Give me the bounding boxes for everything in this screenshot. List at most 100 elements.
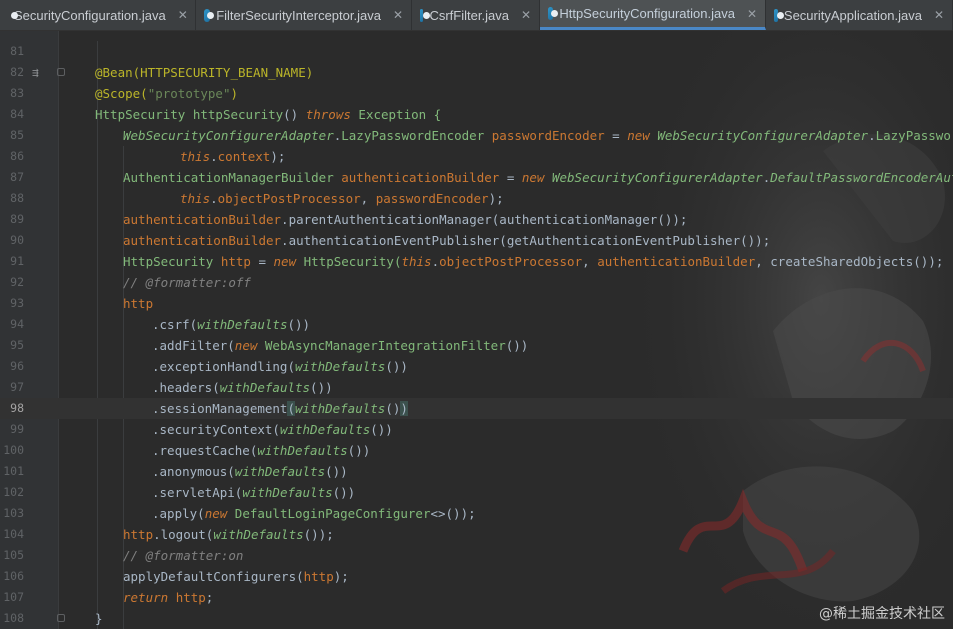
code-token: ; (205, 590, 214, 605)
bean-gutter-icon[interactable]: ⇶ (32, 62, 39, 83)
line-number: 94 (10, 317, 24, 331)
code-comment: // @formatter:off (123, 275, 251, 290)
code-line: 102 .servletApi(withDefaults()) (0, 482, 953, 503)
code-token: WebSecurityConfigurerAdapter (123, 128, 334, 143)
matched-bracket: ( (287, 401, 295, 416)
line-number: 107 (3, 590, 24, 604)
code-token: HttpSecurity (95, 107, 193, 122)
close-icon[interactable]: ✕ (521, 8, 531, 22)
code-line: 107 return http; (0, 587, 953, 608)
code-token: withDefaults (234, 464, 326, 479)
code-token: WebSecurityConfigurerAdapter (657, 128, 869, 143)
code-token: <>()); (430, 506, 476, 521)
java-class-icon (548, 7, 559, 20)
code-line: 97 .headers(withDefaults()) (0, 377, 953, 398)
code-token: . (210, 191, 218, 206)
line-number: 90 (10, 233, 24, 247)
code-line: 85 WebSecurityConfigurerAdapter.LazyPassw… (0, 125, 953, 146)
code-token: withDefaults (279, 422, 371, 437)
line-number: 87 (10, 170, 24, 184)
tab-http-security-configuration[interactable]: HttpSecurityConfiguration.java ✕ (540, 0, 766, 30)
code-token: ()) (287, 317, 311, 332)
code-token: http (123, 296, 154, 311)
code-line: 92 // @formatter:off (0, 272, 953, 293)
code-line: 93 http (0, 293, 953, 314)
code-token: context (217, 149, 271, 164)
code-token: .securityContext( (152, 422, 280, 437)
code-token: authenticationBuilder (123, 233, 282, 248)
code-line: 100 .requestCache(withDefaults()) (0, 440, 953, 461)
code-token: objectPostProcessor (217, 191, 361, 206)
code-line: 88 this.objectPostProcessor, passwordEnco… (0, 188, 953, 209)
code-line: 104 http.logout(withDefaults()); (0, 524, 953, 545)
line-number: 108 (3, 611, 24, 625)
code-line: 90 authenticationBuilder.authenticationEv… (0, 230, 953, 251)
code-token: this (401, 254, 432, 269)
code-token: passwordEncoder (375, 191, 489, 206)
code-token: = (250, 254, 274, 269)
code-line: 89 authenticationBuilder.parentAuthentica… (0, 209, 953, 230)
code-token: "prototype" (147, 86, 231, 101)
close-icon[interactable]: ✕ (178, 8, 188, 22)
close-icon[interactable]: ✕ (934, 8, 944, 22)
code-line: 87 AuthenticationManagerBuilder authentic… (0, 167, 953, 188)
code-token: http (175, 590, 206, 605)
code-token: .authenticationEventPublisher(getAuthent… (281, 233, 771, 248)
code-token: throws (305, 107, 359, 122)
code-token: new (204, 506, 235, 521)
close-icon[interactable]: ✕ (747, 7, 757, 21)
tab-label: CsrfFilter.java (429, 7, 509, 23)
tab-label: HttpSecurityConfiguration.java (559, 6, 735, 21)
line-number: 83 (10, 86, 24, 100)
line-number: 98 (10, 401, 24, 415)
code-token: Exception { (358, 107, 442, 122)
line-number: 89 (10, 212, 24, 226)
code-token: withDefaults (197, 317, 288, 332)
code-token: authenticationBuilder (597, 254, 756, 269)
code-token: ); (488, 191, 504, 206)
line-number: 88 (10, 191, 24, 205)
code-token: () (385, 401, 401, 416)
code-token: . (868, 128, 876, 143)
fold-marker-icon[interactable] (57, 614, 65, 622)
code-line: 103 .apply(new DefaultLoginPageConfigurer… (0, 503, 953, 524)
code-token: ()) (505, 338, 529, 353)
code-token: LazyPasswordEncoder (341, 128, 492, 143)
tab-security-configuration[interactable]: SecurityConfiguration.java ✕ (0, 0, 196, 30)
fold-marker-icon[interactable] (57, 68, 65, 76)
tab-csrf-filter[interactable]: CsrfFilter.java ✕ (412, 0, 540, 30)
code-token: ); (333, 569, 349, 584)
code-token: ()) (325, 464, 348, 479)
code-token: this (180, 191, 211, 206)
code-token: .headers( (152, 380, 220, 395)
close-icon[interactable]: ✕ (393, 8, 403, 22)
code-token: .sessionManagement (152, 401, 288, 416)
code-token: .apply( (152, 506, 205, 521)
line-number: 101 (3, 464, 24, 478)
code-token: ); (270, 149, 286, 164)
code-comment: // @formatter:on (123, 548, 244, 563)
code-token: this (180, 149, 211, 164)
code-token: ()) (385, 359, 408, 374)
code-token: applyDefaultConfigurers( (123, 569, 304, 584)
code-lines: 81 82 ⇶ @Bean(HTTPSECURITY_BEAN_NAME) 83 @S… (0, 41, 953, 629)
code-token: HttpSecurity( (303, 254, 402, 269)
tab-security-application[interactable]: SecurityApplication.java ✕ (766, 0, 953, 30)
code-line: 84 HttpSecurity httpSecurity() throws Exc… (0, 104, 953, 125)
tab-label: SecurityConfiguration.java (14, 7, 166, 23)
matched-bracket: ) (400, 401, 408, 416)
code-token: authenticationBuilder (123, 212, 282, 227)
code-token: ()) (370, 422, 393, 437)
code-token: LazyPasswordEncoder( (875, 128, 953, 143)
tab-filter-security-interceptor[interactable]: FilterSecurityInterceptor.java ✕ (196, 0, 412, 30)
code-line: 91 HttpSecurity http = new HttpSecurity(t… (0, 251, 953, 272)
code-editor[interactable]: 81 82 ⇶ @Bean(HTTPSECURITY_BEAN_NAME) 83 @S… (0, 31, 953, 629)
tab-label: SecurityApplication.java (783, 7, 922, 23)
code-token: objectPostProcessor (439, 254, 583, 269)
code-token: .servletApi( (152, 485, 243, 500)
code-token: @Scope( (95, 86, 148, 101)
code-token: passwordEncoder (491, 128, 605, 143)
line-number: 91 (10, 254, 24, 268)
line-number: 102 (3, 485, 24, 499)
line-number: 105 (3, 548, 24, 562)
